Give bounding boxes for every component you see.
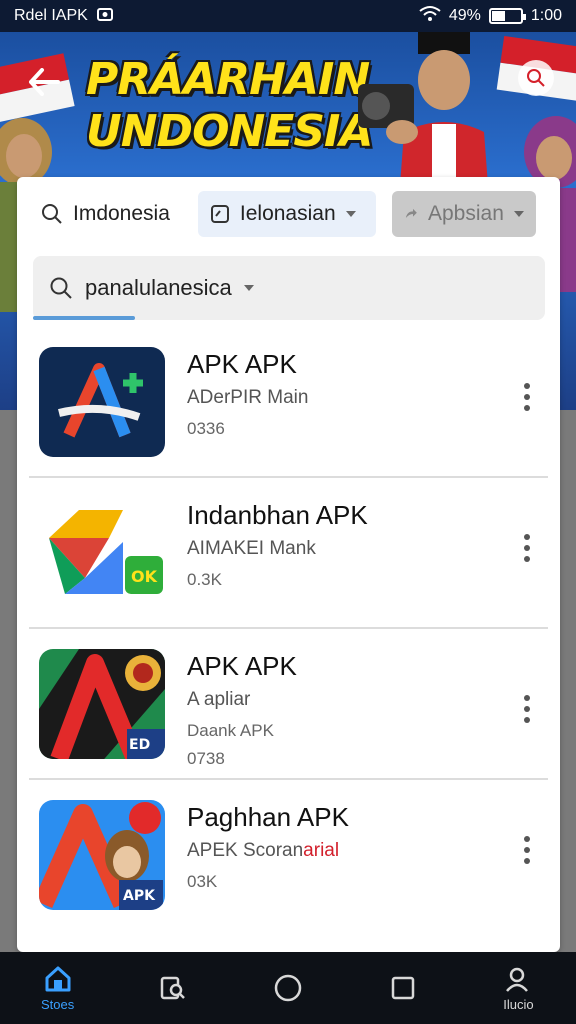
wifi-icon — [419, 5, 441, 28]
banner-title-line1: PRÁARHAIN — [86, 54, 370, 105]
nav-home-circle[interactable] — [230, 952, 345, 1024]
list-item[interactable]: ED APK APK A apliar Daank APK 0738 — [29, 629, 548, 780]
results-card: Imdonesia Ielonasian Apbsian panalulanes… — [17, 177, 560, 952]
chevron-down-icon — [345, 211, 356, 217]
more-options-button[interactable] — [512, 528, 542, 568]
google-style-logo-icon: OK — [39, 498, 165, 608]
svg-text:ED: ED — [129, 737, 150, 753]
app-name: Paghhan APK — [187, 802, 349, 832]
search-icon — [42, 204, 62, 224]
country-filter[interactable]: Imdonesia — [33, 191, 182, 237]
apk-a-logo-icon — [39, 347, 165, 457]
search-icon — [50, 277, 72, 299]
filter-row: Imdonesia Ielonasian Apbsian — [17, 177, 560, 251]
more-options-button[interactable] — [512, 830, 542, 870]
battery-icon — [488, 8, 526, 24]
chevron-down-icon — [243, 285, 254, 291]
search-doc-icon — [160, 976, 185, 1000]
list-item[interactable]: APK Paghhan APK APEK Scoranarial 03K — [29, 780, 548, 931]
home-icon — [45, 966, 71, 991]
app-name: APK APK — [187, 651, 297, 681]
nav-profile-label: Ilucio — [503, 996, 534, 1012]
disabled-chip-label: Apbsian — [428, 202, 504, 225]
app-size: 0.3K — [187, 570, 222, 589]
banner-search-button[interactable] — [518, 60, 554, 96]
banner-title: PRÁARHAIN UNDONESIA — [86, 54, 373, 158]
svg-text:APK: APK — [123, 888, 156, 904]
app-developer: APEK Scoranarial — [187, 840, 340, 861]
status-bar: Rdel IAPK 49% 1:00 — [0, 0, 576, 32]
more-options-button[interactable] — [512, 377, 542, 417]
more-options-button[interactable] — [512, 689, 542, 729]
app-developer: AIMAKEI Mank — [187, 538, 316, 559]
search-input-value: panalulanesica — [85, 275, 232, 300]
character-logo-icon: APK — [39, 800, 165, 910]
list-item[interactable]: OK Indanbhan APK AIMAKEI Mank 0.3K — [29, 478, 548, 629]
screenshot-icon — [96, 5, 114, 28]
app-size: 0336 — [187, 419, 225, 438]
nav-profile[interactable]: Ilucio — [461, 952, 576, 1024]
chevron-down-icon — [513, 211, 524, 217]
language-icon — [210, 205, 229, 223]
app-size: 0738 — [187, 749, 225, 768]
back-arrow-icon — [29, 68, 60, 96]
profile-icon — [506, 967, 529, 992]
clock: 1:00 — [530, 7, 562, 24]
status-left-text: Rdel IAPK — [14, 7, 88, 24]
disabled-filter-chip: Apbsian — [391, 191, 536, 237]
app-developer: ADerPIR Main — [187, 387, 309, 408]
app-subtitle: Daank APK — [187, 721, 274, 740]
back-button[interactable] — [22, 60, 66, 104]
share-icon — [405, 208, 417, 218]
square-icon — [391, 976, 415, 1000]
red-a-logo-icon: ED — [39, 649, 165, 759]
nav-search[interactable] — [115, 952, 230, 1024]
language-select-label: Ielonasian — [239, 202, 336, 225]
bottom-nav: Stoes Ilucio — [0, 952, 576, 1024]
search-progress-bar — [33, 316, 136, 320]
circle-icon — [274, 974, 302, 1002]
svg-text:OK: OK — [131, 567, 158, 586]
country-filter-label: Imdonesia — [73, 202, 170, 225]
app-size: 03K — [187, 872, 218, 891]
nav-recents[interactable] — [346, 952, 461, 1024]
nav-home-label: Stoes — [40, 996, 75, 1012]
language-select[interactable]: Ielonasian — [197, 191, 376, 237]
app-list: APK APK ADerPIR Main 0336 OK Indanbhan A… — [17, 327, 560, 931]
app-name: Indanbhan APK — [187, 500, 368, 530]
app-developer: A apliar — [187, 689, 251, 710]
banner-title-line2: UNDONESIA — [86, 106, 373, 157]
search-input[interactable]: panalulanesica — [33, 256, 545, 320]
list-item[interactable]: APK APK ADerPIR Main 0336 — [29, 327, 548, 478]
search-icon — [527, 69, 545, 87]
battery-percent: 49% — [448, 7, 481, 24]
app-name: APK APK — [187, 349, 297, 379]
nav-home[interactable]: Stoes — [0, 952, 115, 1024]
